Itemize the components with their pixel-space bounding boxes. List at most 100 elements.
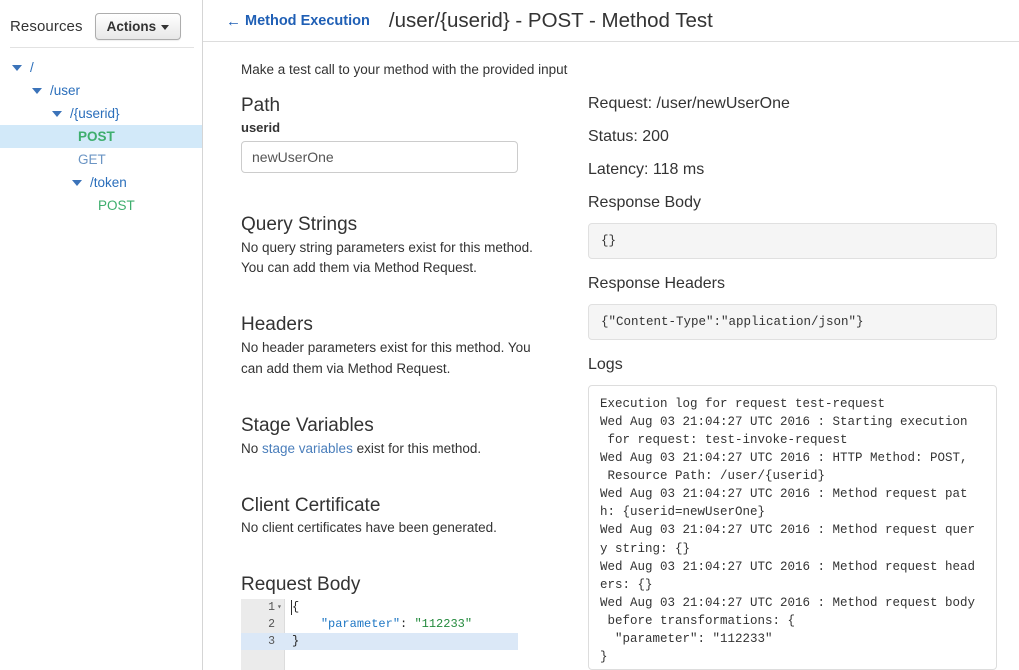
query-strings-section: Query Strings No query string parameters… xyxy=(241,213,543,280)
tree-item-label: /token xyxy=(90,171,127,194)
log-line: h: {userid=newUserOne} xyxy=(600,503,985,521)
arrow-left-icon: ← xyxy=(226,14,241,29)
actions-button-label: Actions xyxy=(107,19,157,34)
tree-item--0[interactable]: / xyxy=(0,56,202,79)
client-certificate-heading: Client Certificate xyxy=(241,494,543,518)
resource-tree: //user/{userid}POSTGET/tokenPOST xyxy=(0,48,202,217)
editor-lines: 1▾{2 "parameter": "112233"3} xyxy=(241,599,518,650)
text-cursor xyxy=(291,600,292,615)
editor-line: 1▾ { xyxy=(241,599,518,616)
intro-text: Make a test call to your method with the… xyxy=(203,42,1019,77)
tree-item-label: POST xyxy=(98,194,135,217)
main-content: ← Method Execution /user/{userid} - POST… xyxy=(203,0,1019,670)
response-body-heading: Response Body xyxy=(588,194,997,212)
editor-line-number: 3 xyxy=(241,633,275,650)
spacer xyxy=(241,539,543,573)
query-strings-description: No query string parameters exist for thi… xyxy=(241,238,543,280)
tree-item-label: /user xyxy=(50,79,80,102)
caret-down-icon[interactable] xyxy=(32,88,42,94)
spacer xyxy=(241,460,543,494)
method-execution-back-link[interactable]: ← Method Execution xyxy=(226,13,370,29)
status-label: Status: 200 xyxy=(588,127,997,146)
path-section: Path userid xyxy=(241,94,543,173)
resources-title: Resources xyxy=(10,18,83,35)
response-headers-heading: Response Headers xyxy=(588,275,997,293)
page-title: /user/{userid} - POST - Method Test xyxy=(389,9,713,33)
log-line: Wed Aug 03 21:04:27 UTC 2016 : Method re… xyxy=(600,485,985,503)
stage-variables-description: No stage variables exist for this method… xyxy=(241,439,543,460)
tree-item-post-6[interactable]: POST xyxy=(0,194,202,217)
log-line: y string: {} xyxy=(600,540,985,558)
actions-button[interactable]: Actions xyxy=(95,13,182,40)
editor-line-number: 1 xyxy=(241,599,275,616)
code-fold-icon[interactable]: ▾ xyxy=(277,599,282,616)
log-lines: Execution log for request test-requestWe… xyxy=(600,395,985,667)
headers-heading: Headers xyxy=(241,313,543,337)
log-line: before transformations: { xyxy=(600,612,985,630)
log-line: Wed Aug 03 21:04:27 UTC 2016 : Method re… xyxy=(600,594,985,612)
log-line: Resource Path: /user/{userid} xyxy=(600,467,985,485)
query-strings-heading: Query Strings xyxy=(241,213,543,237)
sidebar-header: Resources Actions xyxy=(0,0,202,45)
request-body-editor[interactable]: 1▾{2 "parameter": "112233"3} xyxy=(241,599,518,670)
tree-item-get-4[interactable]: GET xyxy=(0,148,202,171)
tree-item-label: POST xyxy=(78,125,115,148)
response-headers-box: {"Content-Type":"application/json"} xyxy=(588,304,997,340)
path-param-label: userid xyxy=(241,120,543,135)
content-columns: Path userid Query Strings No query strin… xyxy=(203,94,1019,670)
response-body-box: {} xyxy=(588,223,997,259)
client-certificate-section: Client Certificate No client certificate… xyxy=(241,494,543,540)
stage-variables-text-after: exist for this method. xyxy=(353,441,481,456)
api-gateway-method-test-page: Resources Actions //user/{userid}POSTGET… xyxy=(0,0,1019,670)
tree-item-userid-2[interactable]: /{userid} xyxy=(0,102,202,125)
tree-item-label: / xyxy=(30,56,34,79)
path-userid-input[interactable] xyxy=(241,141,518,173)
spacer xyxy=(241,173,543,213)
editor-line-code: } xyxy=(292,633,299,650)
spacer xyxy=(241,279,543,313)
headers-section: Headers No header parameters exist for t… xyxy=(241,313,543,380)
log-line: Wed Aug 03 21:04:27 UTC 2016 : HTTP Meth… xyxy=(600,449,985,467)
page-header: ← Method Execution /user/{userid} - POST… xyxy=(203,0,1019,42)
headers-description: No header parameters exist for this meth… xyxy=(241,338,543,380)
stage-variables-heading: Stage Variables xyxy=(241,414,543,438)
log-line: ers: {} xyxy=(600,576,985,594)
client-certificate-description: No client certificates have been generat… xyxy=(241,518,543,539)
resources-sidebar: Resources Actions //user/{userid}POSTGET… xyxy=(0,0,203,670)
tree-item-post-3[interactable]: POST xyxy=(0,125,202,148)
request-body-section: Request Body 1▾{2 "parameter": "112233"3… xyxy=(241,573,543,670)
request-input-column: Path userid Query Strings No query strin… xyxy=(241,94,543,670)
editor-line-code: "parameter": "112233" xyxy=(292,616,472,633)
request-url-label: Request: /user/newUserOne xyxy=(588,94,997,113)
log-line: } xyxy=(600,648,985,666)
log-line: Wed Aug 03 21:04:27 UTC 2016 : Starting … xyxy=(600,413,985,431)
tree-item-label: /{userid} xyxy=(70,102,120,125)
caret-down-icon[interactable] xyxy=(52,111,62,117)
logs-heading: Logs xyxy=(588,356,997,374)
response-column: Request: /user/newUserOne Status: 200 La… xyxy=(543,94,1019,670)
editor-line: 3} xyxy=(241,633,518,650)
logs-box[interactable]: Execution log for request test-requestWe… xyxy=(588,385,997,670)
editor-line-code: { xyxy=(292,599,299,616)
editor-line-number: 2 xyxy=(241,616,275,633)
path-heading: Path xyxy=(241,94,543,118)
log-line: Execution log for request test-request xyxy=(600,395,985,413)
tree-item-user-1[interactable]: /user xyxy=(0,79,202,102)
tree-item-token-5[interactable]: /token xyxy=(0,171,202,194)
chevron-down-icon xyxy=(161,25,169,30)
stage-variables-text-before: No xyxy=(241,441,262,456)
tree-item-label: GET xyxy=(78,148,106,171)
back-link-label: Method Execution xyxy=(245,13,370,29)
spacer xyxy=(241,380,543,414)
editor-line: 2 "parameter": "112233" xyxy=(241,616,518,633)
stage-variables-link[interactable]: stage variables xyxy=(262,441,353,456)
log-line: Wed Aug 03 21:04:27 UTC 2016 : Method re… xyxy=(600,558,985,576)
caret-down-icon[interactable] xyxy=(72,180,82,186)
request-body-heading: Request Body xyxy=(241,573,543,597)
caret-down-icon[interactable] xyxy=(12,65,22,71)
latency-label: Latency: 118 ms xyxy=(588,160,997,179)
log-line: Wed Aug 03 21:04:27 UTC 2016 : Method re… xyxy=(600,521,985,539)
log-line: for request: test-invoke-request xyxy=(600,431,985,449)
stage-variables-section: Stage Variables No stage variables exist… xyxy=(241,414,543,460)
log-line: "parameter": "112233" xyxy=(600,630,985,648)
